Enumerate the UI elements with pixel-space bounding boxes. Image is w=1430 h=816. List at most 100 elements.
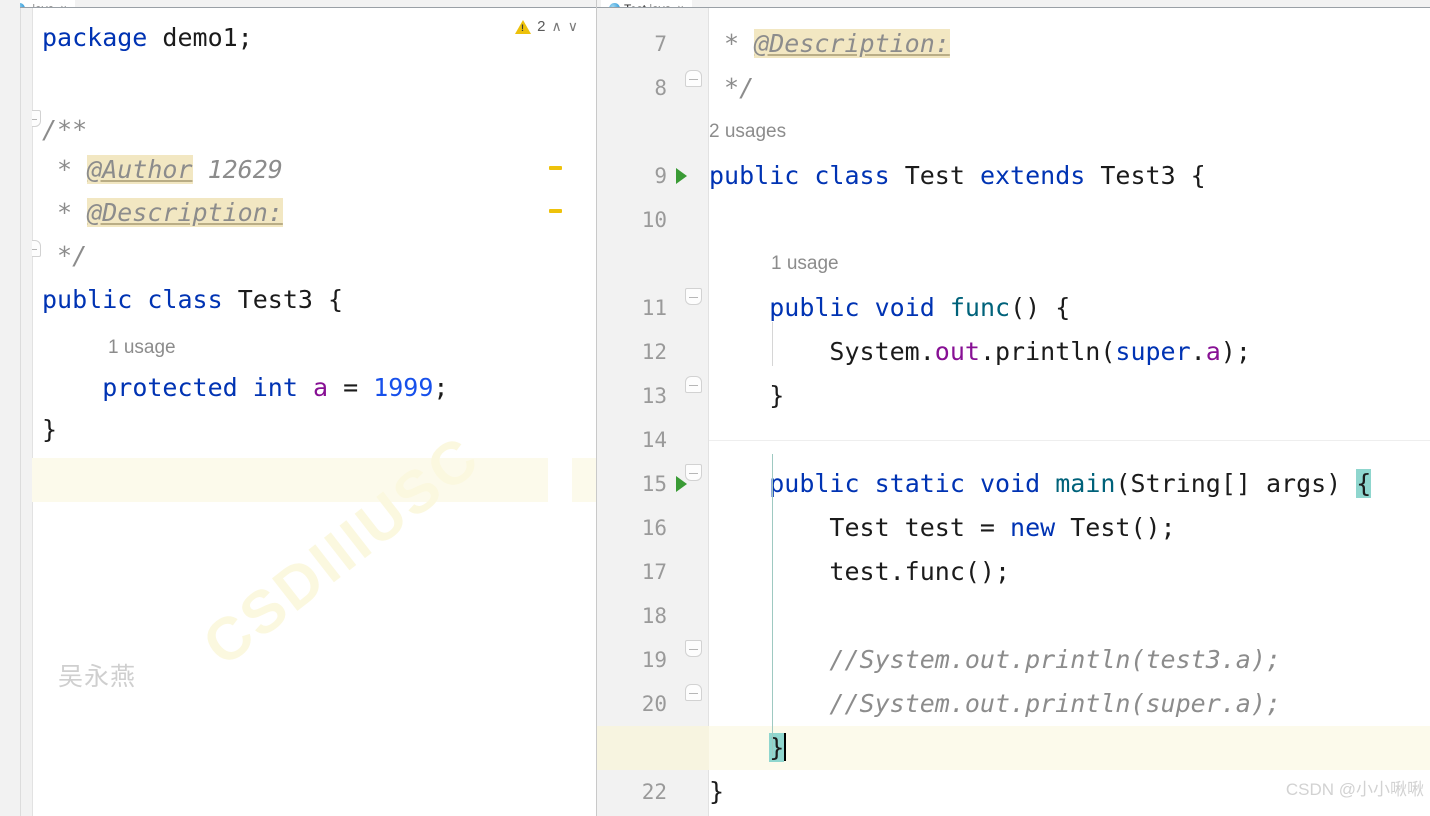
left-mark-strip[interactable] [548,8,572,816]
code-token: ); [1220,337,1251,366]
code-line[interactable]: test.func(); [709,550,1010,594]
code-token: public [769,293,860,322]
code-line[interactable]: package demo1; [42,16,253,60]
fold-close-icon[interactable] [685,70,702,87]
line-number[interactable]: 9 [597,154,667,198]
line-number[interactable]: 19 [597,638,667,682]
code-line[interactable]: } [709,726,787,770]
line-number[interactable]: 22 [597,770,667,814]
left-tab-strip[interactable]: .java × [0,0,596,8]
code-token: * [42,198,88,227]
fold-close-icon[interactable] [685,376,702,393]
code-line[interactable]: } [709,770,724,814]
code-token: static [874,469,965,498]
code-token: ; [433,373,449,402]
run-gutter-icon[interactable] [676,168,687,184]
csdn-credit: CSDN @小小啾啾 [1285,780,1424,799]
editor-window: .java × ↓ package demo1;/** * @Author 12… [0,0,1430,816]
code-token: package [42,23,148,52]
fold-open-icon[interactable] [685,464,702,481]
code-line[interactable]: * @Author 12629 [42,148,283,192]
code-line[interactable]: public static void main(String[] args) { [709,462,1372,506]
code-line[interactable]: } [709,374,784,418]
line-number[interactable]: 13 [597,374,667,418]
right-tab-strip[interactable]: Test.java × [597,0,1430,8]
code-token: a [1205,337,1221,366]
code-line[interactable]: */ [42,234,87,278]
code-line[interactable]: Test test = new Test(); [709,506,1176,550]
code-token: Test(); [1055,513,1176,542]
code-token: new [1010,513,1056,542]
close-icon[interactable]: × [60,3,66,8]
line-number[interactable]: 16 [597,506,667,550]
line-number[interactable]: 14 [597,418,667,462]
chevron-down-icon[interactable]: ∨ [568,18,578,35]
indent-guide [772,454,773,756]
line-number[interactable]: 7 [597,22,667,66]
code-token: System. [709,337,935,366]
code-line[interactable]: /** [42,108,87,152]
code-token: (String[] args) [1115,469,1357,498]
code-token: = [328,373,374,402]
line-number[interactable]: 15 [597,462,667,506]
warning-marker[interactable] [549,166,562,170]
right-gutter[interactable]: 7891011121314151617181920212223 [597,8,709,816]
code-line[interactable]: */ [709,66,754,110]
code-token: @Description: [754,29,950,58]
code-token: * [709,29,755,58]
tab-test-java[interactable]: Test.java × [601,0,692,7]
code-token: func [949,293,1011,322]
indent-guide [709,440,1430,441]
line-number[interactable]: 18 [597,594,667,638]
line-number[interactable]: 17 [597,550,667,594]
code-line[interactable]: } [42,408,57,452]
right-current-line-gutter [597,726,709,770]
fold-open-icon[interactable] [685,288,702,305]
code-token: Test test = [709,513,1011,542]
left-current-line-highlight [0,458,596,502]
code-token: super [1115,337,1191,366]
code-token: demo1; [147,23,253,52]
code-token: protected [102,373,238,402]
left-edge-divider [20,8,21,816]
code-line[interactable]: public class Test extends Test3 { [709,154,1206,198]
code-token: Test3 { [222,285,344,314]
code-token: 12629 [192,155,283,184]
code-token: public [42,285,133,314]
left-editor-pane[interactable]: .java × ↓ package demo1;/** * @Author 12… [0,0,596,816]
warning-triangle-icon [515,19,532,34]
code-line[interactable]: System.out.println(super.a); [709,330,1251,374]
code-token: class [147,285,223,314]
fold-open-icon[interactable] [685,640,702,657]
code-token: } [709,381,785,410]
line-number[interactable]: 20 [597,682,667,726]
line-number[interactable]: 11 [597,286,667,330]
code-line[interactable]: * @Description: [709,22,950,66]
indent-guide [772,322,773,366]
line-number[interactable]: 10 [597,198,667,242]
code-line[interactable]: * @Description: [42,191,283,235]
warning-marker[interactable] [549,209,562,213]
inspection-widget[interactable]: 2 ∧ ∨ [515,18,578,35]
code-line[interactable]: //System.out.println(test3.a); [709,638,1281,682]
code-line[interactable]: //System.out.println(super.a); [709,682,1281,726]
left-edge-strip [0,0,20,816]
chevron-up-icon[interactable]: ∧ [552,18,562,35]
fold-close-icon[interactable] [685,684,702,701]
right-editor-pane[interactable]: Test.java × 7891011121314151617181920212… [596,0,1430,816]
code-token: extends [979,161,1086,190]
code-token: out [934,337,980,366]
line-number[interactable]: 8 [597,66,667,110]
code-line[interactable]: public void func() { [709,286,1070,330]
code-line[interactable]: protected int a = 1999; [42,366,448,410]
code-token: } [42,415,58,444]
line-number[interactable]: 12 [597,330,667,374]
code-line[interactable]: public class Test3 { [42,278,343,322]
code-token: //System.out.println(test3.a); [709,645,1281,674]
